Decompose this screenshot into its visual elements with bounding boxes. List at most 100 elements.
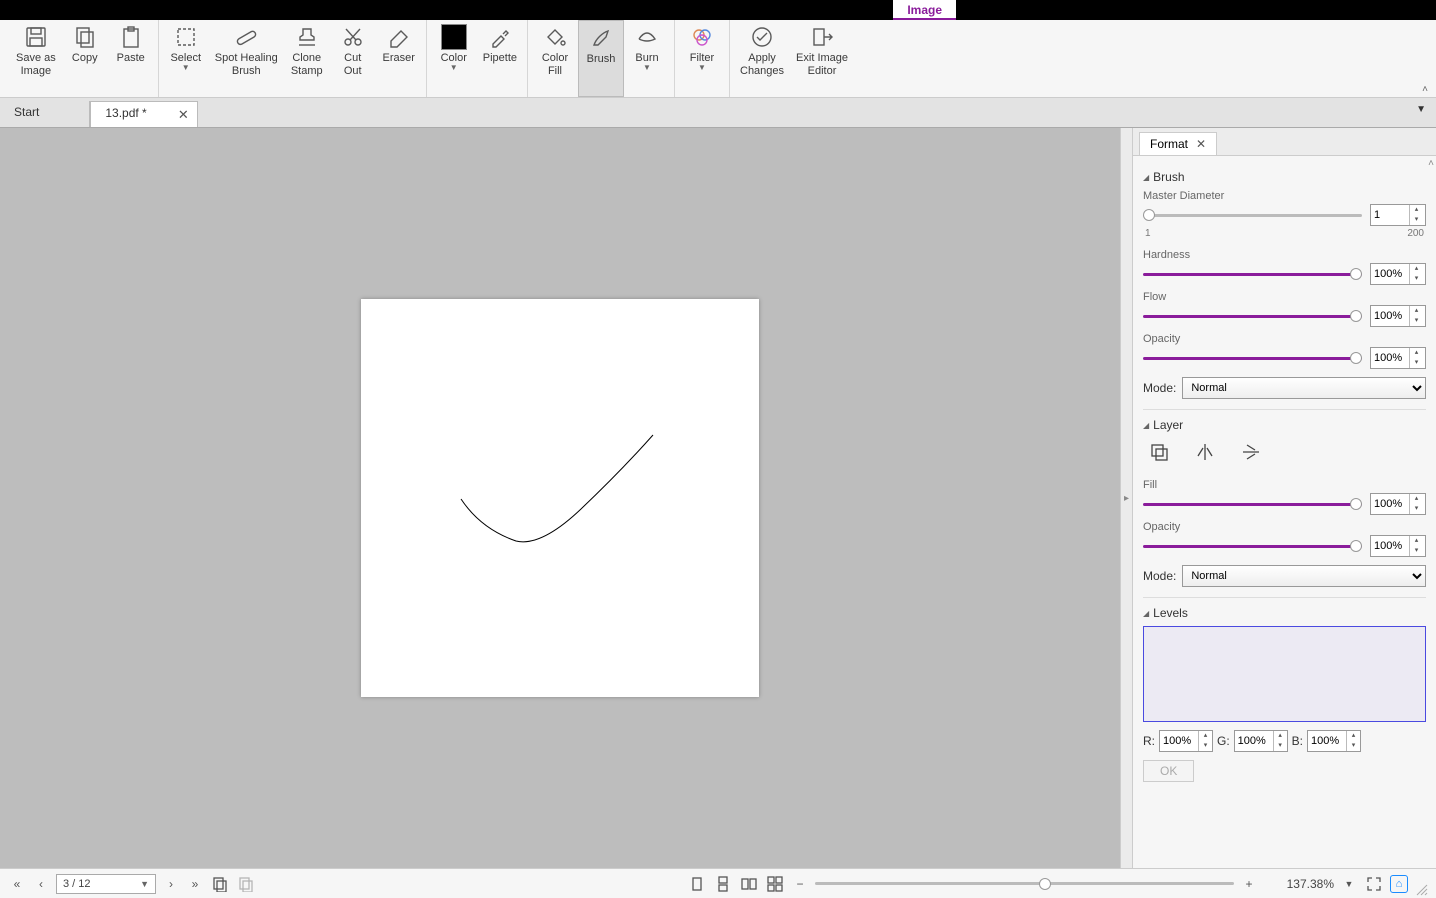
fill-input[interactable]: ▴▾: [1370, 493, 1426, 515]
opacity-input[interactable]: ▴▾: [1370, 347, 1426, 369]
view-facing-cont-button[interactable]: [765, 874, 785, 894]
document-tabs: Start 13.pdf * ✕ ▼: [0, 98, 1436, 128]
cut-out-button[interactable]: Cut Out: [330, 20, 376, 97]
levels-histogram[interactable]: [1143, 626, 1426, 722]
save-as-image-button[interactable]: Save as Image: [10, 20, 62, 97]
page-number-input[interactable]: 3 / 12 ▼: [56, 874, 156, 894]
brush-icon: [588, 25, 614, 51]
eraser-label: Eraser: [383, 52, 415, 65]
bandage-icon: [233, 24, 259, 50]
zoom-out-button[interactable]: −: [791, 875, 809, 893]
duplicate-layer-icon[interactable]: [1149, 442, 1169, 465]
burn-button[interactable]: Burn ▼: [624, 20, 670, 97]
close-icon[interactable]: ✕: [178, 107, 189, 123]
main-area: ▸ Format ✕ ˄ Brush Master Diameter ▴▾ 12…: [0, 128, 1436, 868]
apply-changes-button[interactable]: Apply Changes: [734, 20, 790, 97]
last-page-button[interactable]: »: [186, 875, 204, 893]
copy-label: Copy: [72, 52, 98, 65]
brush-mode-label: Mode:: [1143, 381, 1176, 395]
bucket-icon: [542, 24, 568, 50]
section-layer[interactable]: Layer: [1143, 418, 1426, 432]
divider: [1143, 597, 1426, 598]
exit-icon: [809, 24, 835, 50]
copy-button[interactable]: Copy: [62, 20, 108, 97]
ribbon-group-tools: Select ▼ Spot Healing Brush Clone Stamp …: [159, 20, 427, 97]
page-canvas[interactable]: [361, 299, 759, 697]
md-max: 200: [1407, 228, 1424, 239]
spin-down-icon[interactable]: ▾: [1410, 215, 1423, 225]
pipette-icon: [487, 24, 513, 50]
clone-stamp-button[interactable]: Clone Stamp: [284, 20, 330, 97]
scroll-up-icon[interactable]: ˄: [1428, 158, 1434, 169]
flow-input[interactable]: ▴▾: [1370, 305, 1426, 327]
layer-opacity-slider[interactable]: [1143, 545, 1362, 548]
spot-healing-button[interactable]: Spot Healing Brush: [209, 20, 284, 97]
filter-button[interactable]: Filter ▼: [679, 20, 725, 97]
opacity-slider[interactable]: [1143, 357, 1362, 360]
color-fill-button[interactable]: Color Fill: [532, 20, 578, 97]
pipette-label: Pipette: [483, 52, 517, 65]
zoom-in-button[interactable]: +: [1240, 875, 1258, 893]
titlebar-spacer: [0, 0, 893, 20]
doc-copy-icon[interactable]: [210, 874, 230, 894]
view-single-button[interactable]: [687, 874, 707, 894]
select-button[interactable]: Select ▼: [163, 20, 209, 97]
zoom-value: 137.38%: [1264, 877, 1334, 891]
master-diameter-input[interactable]: ▴▾: [1370, 204, 1426, 226]
layer-opacity-input[interactable]: ▴▾: [1370, 535, 1426, 557]
pipette-button[interactable]: Pipette: [477, 20, 523, 97]
ribbon-group-apply: Apply Changes Exit Image Editor: [730, 20, 858, 97]
ribbon-group-clipboard: Save as Image Copy Paste: [6, 20, 159, 97]
flip-horizontal-icon[interactable]: [1195, 442, 1215, 465]
divider: [1143, 409, 1426, 410]
prev-page-button[interactable]: ‹: [32, 875, 50, 893]
hardness-input[interactable]: ▴▾: [1370, 263, 1426, 285]
layer-mode-select[interactable]: Normal: [1182, 565, 1426, 587]
ok-button[interactable]: OK: [1143, 760, 1194, 782]
fill-slider[interactable]: [1143, 503, 1362, 506]
copy-icon: [72, 24, 98, 50]
canvas-area[interactable]: [0, 128, 1120, 868]
g-input[interactable]: ▴▾: [1234, 730, 1288, 752]
md-min: 1: [1145, 228, 1151, 239]
flip-vertical-icon[interactable]: [1241, 442, 1261, 465]
first-page-button[interactable]: «: [8, 875, 26, 893]
tab-file[interactable]: 13.pdf * ✕: [90, 101, 197, 127]
filter-icon: [689, 24, 715, 50]
section-levels[interactable]: Levels: [1143, 606, 1426, 620]
view-facing-button[interactable]: [739, 874, 759, 894]
brush-mode-select[interactable]: Normal: [1182, 377, 1426, 399]
master-diameter-slider[interactable]: [1143, 214, 1362, 217]
b-input[interactable]: ▴▾: [1307, 730, 1361, 752]
ribbon-group-filter: Filter ▼: [675, 20, 730, 97]
eraser-button[interactable]: Eraser: [376, 20, 422, 97]
ribbon-collapse-button[interactable]: ˄: [1422, 84, 1428, 95]
paste-button[interactable]: Paste: [108, 20, 154, 97]
hardness-slider[interactable]: [1143, 273, 1362, 276]
color-button[interactable]: Color ▼: [431, 20, 477, 97]
exit-editor-button[interactable]: Exit Image Editor: [790, 20, 854, 97]
color-fill-label: Color Fill: [542, 52, 568, 78]
chevron-down-icon[interactable]: ▼: [140, 879, 149, 889]
help-button[interactable]: ⌂: [1390, 875, 1408, 893]
context-tab-image[interactable]: Image: [893, 0, 956, 20]
tabs-overflow-button[interactable]: ▼: [1416, 104, 1426, 115]
spin-up-icon[interactable]: ▴: [1410, 205, 1423, 215]
section-brush[interactable]: Brush: [1143, 170, 1426, 184]
zoom-dropdown-button[interactable]: ▼: [1340, 875, 1358, 893]
fit-screen-button[interactable]: [1364, 874, 1384, 894]
close-icon[interactable]: ✕: [1196, 137, 1206, 151]
tab-start[interactable]: Start: [0, 101, 90, 127]
panel-collapse-handle[interactable]: ▸: [1120, 128, 1132, 868]
resize-grip[interactable]: [1414, 882, 1428, 896]
brush-button[interactable]: Brush: [578, 20, 624, 97]
save-icon: [23, 24, 49, 50]
next-page-button[interactable]: ›: [162, 875, 180, 893]
view-continuous-button[interactable]: [713, 874, 733, 894]
color-swatch: [441, 24, 467, 50]
r-input[interactable]: ▴▾: [1159, 730, 1213, 752]
flow-slider[interactable]: [1143, 315, 1362, 318]
panel-tab-format[interactable]: Format ✕: [1139, 132, 1217, 155]
zoom-slider[interactable]: [815, 882, 1234, 885]
save-as-image-label: Save as Image: [16, 52, 56, 78]
